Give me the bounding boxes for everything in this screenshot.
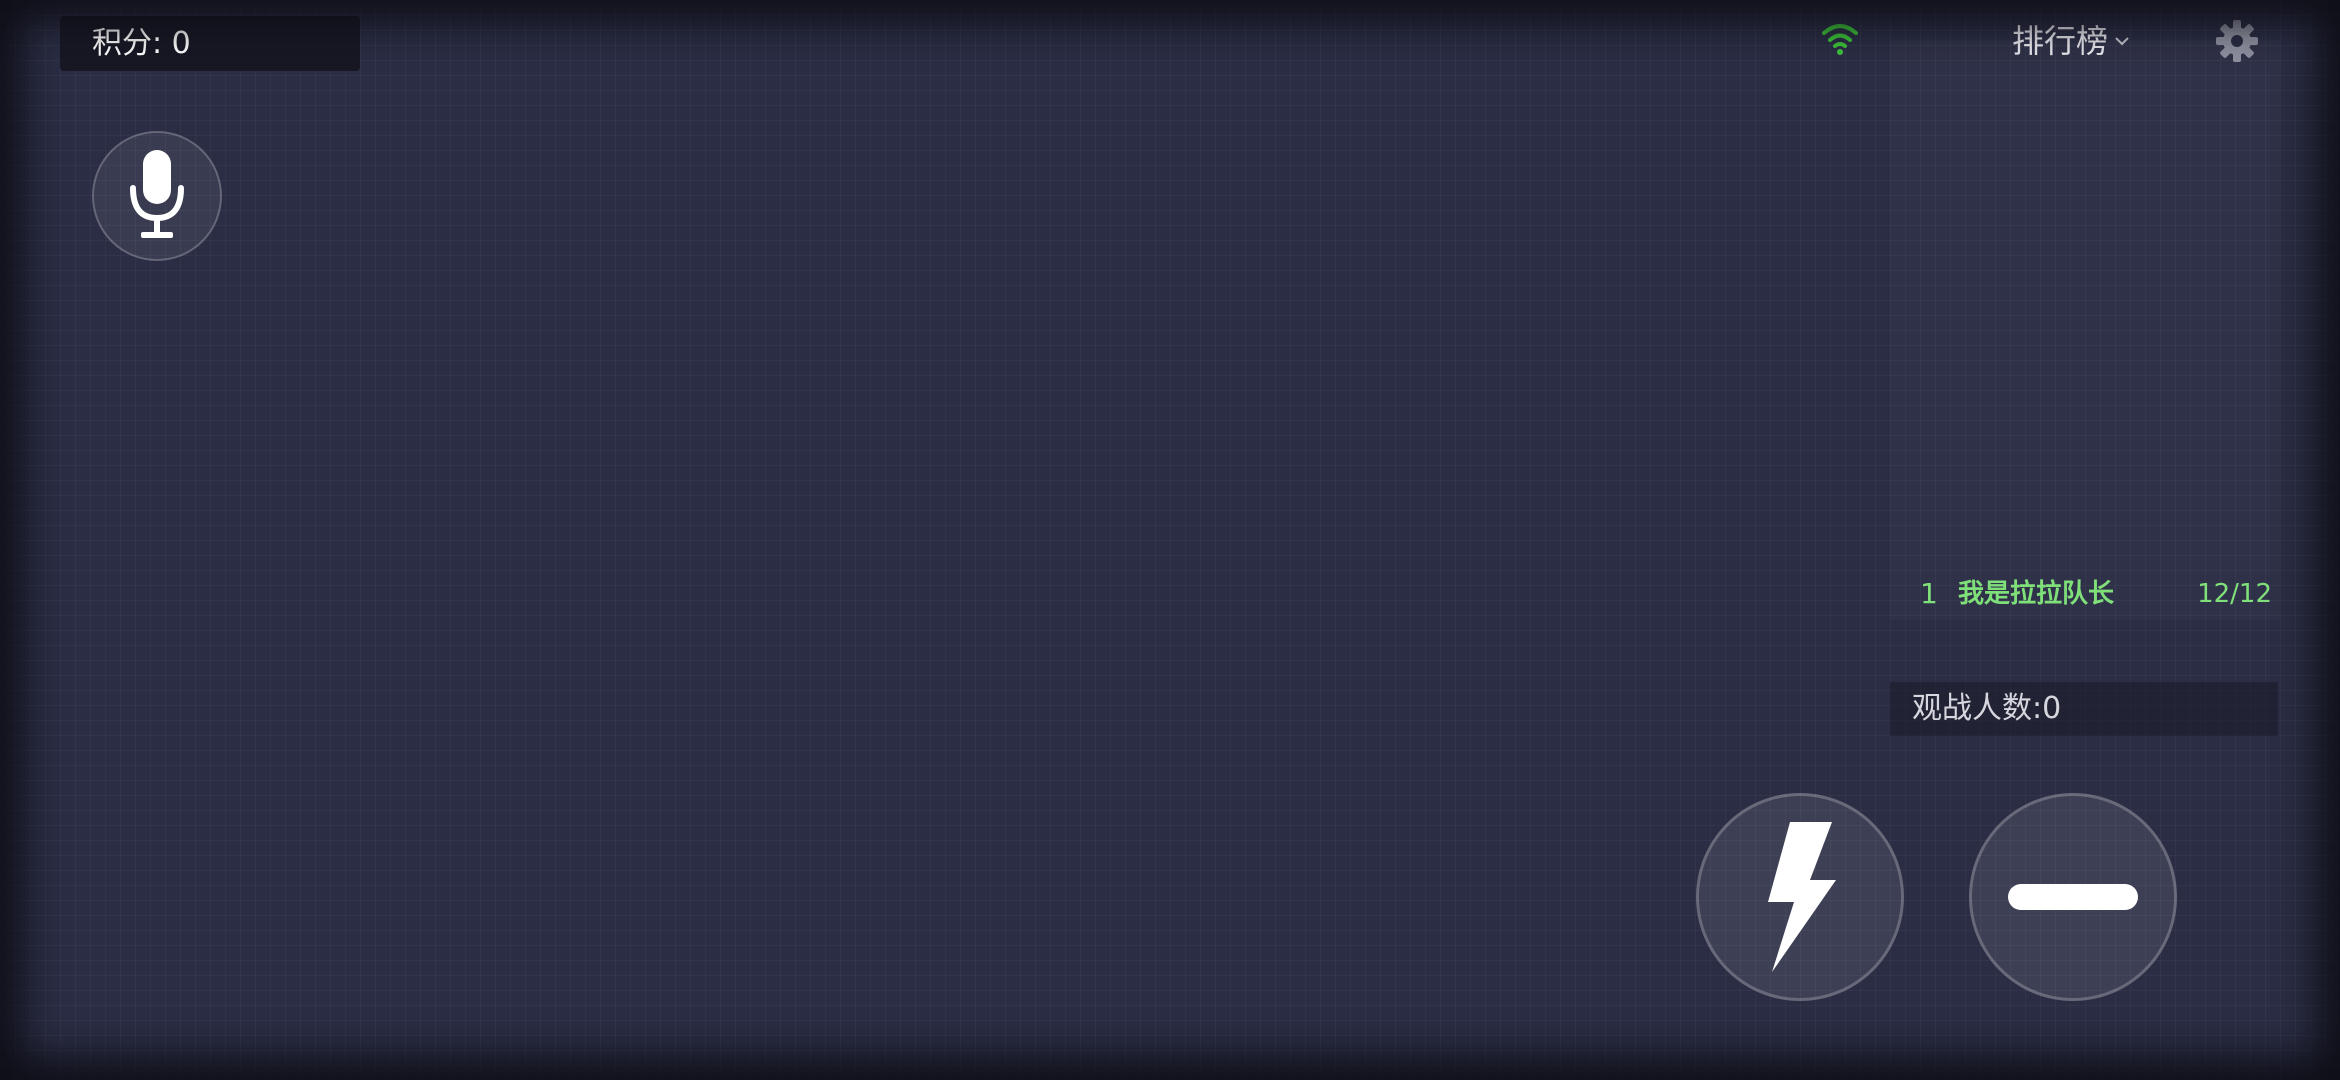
score-text: 积分: 0: [92, 26, 191, 61]
score-display: 积分: 0: [60, 16, 360, 71]
wifi-icon: [1822, 24, 1858, 55]
voice-chat-button[interactable]: [92, 131, 222, 261]
microphone-icon: [130, 150, 184, 238]
boost-button[interactable]: [1696, 793, 1904, 1001]
minus-icon: [2008, 884, 2138, 910]
shrink-button[interactable]: [1969, 793, 2177, 1001]
leaderboard-entry-rank: 1: [1920, 577, 1938, 610]
game-stage: 积分: 0 排行榜 1 我是拉拉队长 12/12 观战人数:0: [0, 0, 2340, 1080]
leaderboard-panel: [1890, 40, 2280, 620]
lightning-bolt-icon: [1768, 822, 1836, 972]
spectator-count-text: 观战人数:0: [1912, 691, 2062, 726]
leaderboard-entry: 1 我是拉拉队长 12/12: [1892, 572, 2278, 616]
leaderboard-entry-name: 我是拉拉队长: [1958, 579, 2115, 609]
chevron-down-icon: [2115, 37, 2129, 46]
leaderboard-entry-count: 12/12: [2197, 579, 2272, 609]
leaderboard-title: 排行榜: [2012, 22, 2109, 60]
spectator-count: 观战人数:0: [1890, 682, 2278, 736]
leaderboard-toggle[interactable]: 排行榜: [2012, 16, 2130, 66]
gear-icon[interactable]: [2214, 18, 2260, 64]
